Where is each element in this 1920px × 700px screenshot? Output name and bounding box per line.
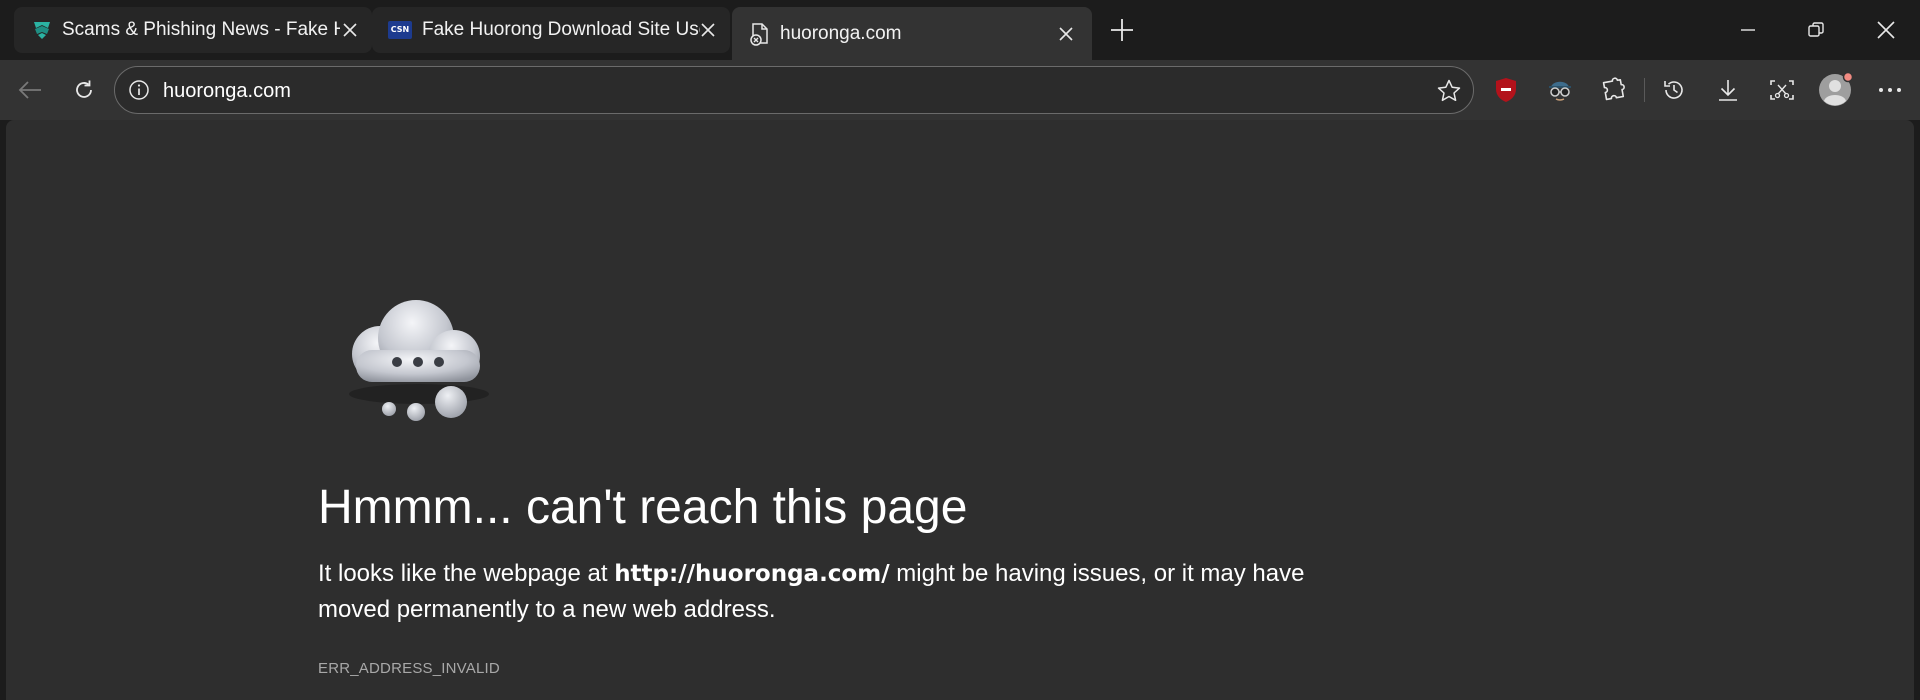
more-dots-icon xyxy=(1879,88,1901,92)
address-bar[interactable]: huoronga.com xyxy=(114,66,1474,114)
tab-title: huoronga.com xyxy=(780,22,902,44)
profile-button[interactable] xyxy=(1816,70,1856,110)
avatar-icon xyxy=(1819,72,1854,106)
close-tab-icon[interactable] xyxy=(1054,22,1078,46)
close-tab-icon[interactable] xyxy=(338,18,362,42)
desc-text-before: It looks like the webpage at xyxy=(318,560,615,587)
download-icon xyxy=(1719,80,1737,101)
spy-extension-button[interactable] xyxy=(1540,70,1580,110)
shield-logo-icon xyxy=(30,18,54,42)
close-icon xyxy=(1877,21,1895,39)
plus-icon xyxy=(1111,19,1133,41)
back-button[interactable] xyxy=(10,70,50,110)
web-capture-icon xyxy=(1770,80,1794,100)
tab-title: Fake Huorong Download Site Used xyxy=(422,19,700,40)
restore-button[interactable] xyxy=(1796,10,1836,50)
error-url: http://huoronga.com/ xyxy=(614,561,890,587)
extensions-button[interactable] xyxy=(1594,70,1634,110)
restore-icon xyxy=(1808,22,1824,37)
tab-fake-huorong-article[interactable]: CSN Fake Huorong Download Site Used xyxy=(372,7,730,53)
refresh-icon xyxy=(76,80,92,98)
tab-strip: Scams & Phishing News - Fake Huorong CSN… xyxy=(0,0,1920,60)
history-button[interactable] xyxy=(1654,70,1694,110)
spy-glasses-icon xyxy=(1549,81,1571,101)
favorite-star-icon[interactable] xyxy=(1433,75,1465,107)
url-text[interactable]: huoronga.com xyxy=(163,79,291,103)
site-info-icon[interactable] xyxy=(127,78,151,102)
screenshot-button[interactable] xyxy=(1762,70,1802,110)
tab-title: Scams & Phishing News - Fake Huorong xyxy=(62,19,340,40)
error-heading: Hmmm... can't reach this page xyxy=(318,481,968,534)
arrow-left-icon xyxy=(18,81,41,99)
refresh-button[interactable] xyxy=(64,70,104,110)
broken-page-icon xyxy=(748,22,772,46)
close-window-button[interactable] xyxy=(1866,10,1906,50)
browser-toolbar: huoronga.com xyxy=(0,60,1920,120)
error-description: It looks like the webpage at http://huor… xyxy=(318,556,1378,628)
page-content: Hmmm... can't reach this page It looks l… xyxy=(6,120,1914,700)
settings-menu-button[interactable] xyxy=(1870,70,1910,110)
puzzle-icon xyxy=(1602,77,1625,101)
toolbar-separator xyxy=(1644,78,1645,102)
csn-logo-text: CSN xyxy=(388,21,412,39)
error-code: ERR_ADDRESS_INVALID xyxy=(318,660,500,677)
minimize-button[interactable] xyxy=(1728,10,1768,50)
thinking-cloud-icon xyxy=(334,276,504,426)
tab-scams-news[interactable]: Scams & Phishing News - Fake Huorong xyxy=(14,7,372,53)
adblock-shield-icon xyxy=(1496,78,1516,102)
downloads-button[interactable] xyxy=(1708,70,1748,110)
csn-logo-icon: CSN xyxy=(388,18,412,42)
new-tab-button[interactable] xyxy=(1106,14,1138,46)
minimize-icon xyxy=(1741,29,1755,31)
adblock-extension-button[interactable] xyxy=(1486,70,1526,110)
close-tab-icon[interactable] xyxy=(696,18,720,42)
tab-huoronga[interactable]: huoronga.com xyxy=(732,7,1092,60)
history-icon xyxy=(1664,81,1683,99)
